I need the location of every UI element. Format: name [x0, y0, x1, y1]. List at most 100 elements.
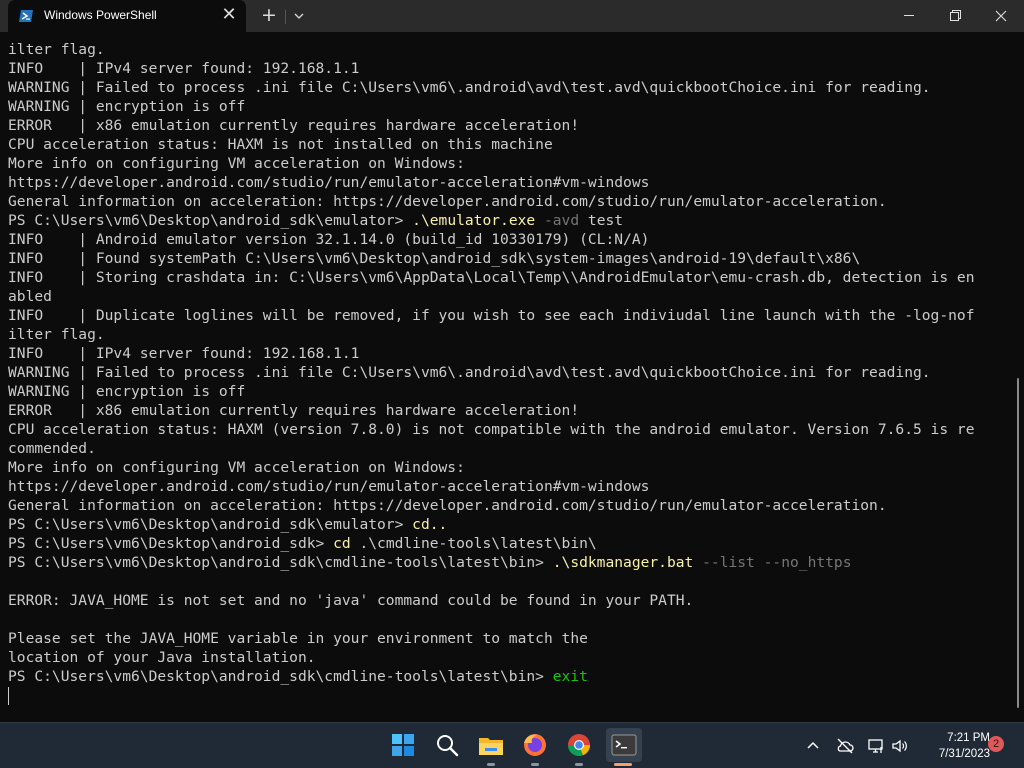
terminal-line: ERROR | x86 emulation currently requires…: [8, 401, 974, 420]
terminal-text-segment: .\emulator.exe: [412, 212, 536, 229]
terminal-line: https://developer.android.com/studio/run…: [8, 477, 974, 496]
start-icon: [392, 734, 414, 756]
start-button[interactable]: [388, 730, 418, 760]
volume-icon: [892, 739, 907, 753]
terminal-text-segment: ilter flag.: [8, 41, 105, 58]
taskbar-clock[interactable]: 7:21 PM 7/31/2023: [916, 730, 990, 762]
terminal-line: PS C:\Users\vm6\Desktop\android_sdk\emul…: [8, 211, 974, 230]
terminal-line: WARNING | encryption is off: [8, 382, 974, 401]
terminal-line: PS C:\Users\vm6\Desktop\android_sdk\emul…: [8, 515, 974, 534]
terminal-text-segment: INFO | Duplicate loglines will be remove…: [8, 307, 975, 324]
file-explorer-icon: [479, 738, 503, 755]
search-icon: [437, 735, 459, 757]
tab-windows-powershell[interactable]: Windows PowerShell ✕: [8, 0, 246, 32]
tab-separator: [285, 10, 286, 24]
terminal-icon: [611, 734, 637, 756]
terminal-line: CPU acceleration status: HAXM is not ins…: [8, 135, 974, 154]
terminal-line: location of your Java installation.: [8, 648, 974, 667]
terminal-taskbar-button[interactable]: [606, 728, 642, 762]
terminal-line: More info on configuring VM acceleration…: [8, 458, 974, 477]
clock-time: 7:21 PM: [947, 732, 990, 744]
terminal-text-segment: WARNING | Failed to process .ini file C:…: [8, 364, 931, 381]
firefox-button[interactable]: [520, 730, 550, 760]
terminal-line: INFO | Found systemPath C:\Users\vm6\Des…: [8, 249, 974, 268]
tab-close-button[interactable]: ✕: [220, 6, 238, 25]
scrollbar-thumb[interactable]: [1017, 378, 1019, 708]
close-button[interactable]: [978, 0, 1024, 32]
terminal-text-segment: Please set the JAVA_HOME variable in you…: [8, 630, 588, 647]
terminal-line: Please set the JAVA_HOME variable in you…: [8, 629, 974, 648]
minimize-icon: [904, 15, 914, 16]
chrome-icon: [568, 734, 591, 757]
terminal-text-segment: CPU acceleration status: HAXM is not ins…: [8, 136, 553, 153]
network-icon: [868, 739, 883, 753]
show-hidden-icons-button[interactable]: [803, 736, 823, 756]
terminal-text-segment: PS C:\Users\vm6\Desktop\android_sdk>: [8, 535, 334, 552]
terminal-line: CPU acceleration status: HAXM (version 7…: [8, 420, 974, 439]
notification-badge[interactable]: 2: [988, 736, 1004, 752]
terminal-line: https://developer.android.com/studio/run…: [8, 173, 974, 192]
terminal-text-segment: ERROR | x86 emulation currently requires…: [8, 402, 580, 419]
terminal-line: ilter flag.: [8, 40, 974, 59]
taskbar: 7:21 PM 7/31/2023: [0, 722, 1024, 768]
terminal-text-segment: ERROR | x86 emulation currently requires…: [8, 117, 580, 134]
firefox-icon: [524, 734, 546, 756]
file-explorer-button[interactable]: [476, 730, 506, 760]
onedrive-button[interactable]: [835, 736, 855, 756]
terminal-text-segment: abled: [8, 288, 52, 305]
new-tab-button[interactable]: +: [258, 5, 280, 27]
terminal-output[interactable]: ilter flag. INFO | IPv4 server found: 192…: [0, 32, 1012, 722]
tab-title: Windows PowerShell: [44, 8, 157, 22]
terminal-text-segment: PS C:\Users\vm6\Desktop\android_sdk\cmdl…: [8, 668, 553, 685]
new-tab-dropdown-button[interactable]: [289, 5, 309, 27]
terminal-text-segment: commended.: [8, 440, 96, 457]
terminal-text-segment: WARNING | Failed to process .ini file C:…: [8, 79, 931, 96]
close-icon: [995, 10, 1007, 22]
terminal-line: commended.: [8, 439, 974, 458]
chevron-up-icon: [807, 741, 819, 749]
terminal-text-segment: test: [579, 212, 624, 229]
terminal-line: INFO | IPv4 server found: 192.168.1.1: [8, 344, 974, 363]
terminal-line: ilter flag.: [8, 325, 974, 344]
terminal-text-segment: PS C:\Users\vm6\Desktop\android_sdk\cmdl…: [8, 554, 553, 571]
restore-icon: [950, 10, 961, 21]
terminal-text-segment: cd..: [412, 516, 448, 533]
terminal-text-segment: PS C:\Users\vm6\Desktop\android_sdk\emul…: [8, 212, 413, 229]
terminal-text-segment: https://developer.android.com/studio/run…: [8, 478, 650, 495]
terminal-line: General information on acceleration: htt…: [8, 192, 974, 211]
terminal-active-indicator: [614, 763, 632, 766]
terminal-text-segment: WARNING | encryption is off: [8, 98, 246, 115]
terminal-text-segment: ilter flag.: [8, 326, 105, 343]
firefox-running-indicator: [531, 763, 539, 766]
terminal-text-segment: cd: [333, 535, 351, 552]
terminal-text-segment: INFO | IPv4 server found: 192.168.1.1: [8, 345, 360, 362]
terminal-text-segment: INFO | IPv4 server found: 192.168.1.1: [8, 60, 360, 77]
scrollbar[interactable]: [1012, 32, 1024, 722]
terminal-lines: ilter flag. INFO | IPv4 server found: 192…: [8, 40, 974, 686]
terminal-line: INFO | Android emulator version 32.1.14.…: [8, 230, 974, 249]
chrome-button[interactable]: [564, 730, 594, 760]
title-bar: Windows PowerShell ✕ +: [0, 0, 1024, 32]
search-button[interactable]: [432, 730, 462, 760]
minimize-button[interactable]: [886, 0, 932, 32]
text-cursor: [8, 687, 9, 705]
terminal-line: INFO | Duplicate loglines will be remove…: [8, 306, 974, 325]
terminal-line: PS C:\Users\vm6\Desktop\android_sdk\cmdl…: [8, 667, 974, 686]
terminal-text-segment: .\cmdline-tools\latest\bin\: [350, 535, 597, 552]
terminal-line: abled: [8, 287, 974, 306]
volume-button[interactable]: [890, 736, 910, 756]
terminal-text-segment: ERROR: JAVA_HOME is not set and no 'java…: [8, 592, 694, 609]
terminal-text-segment: location of your Java installation.: [8, 649, 316, 666]
terminal-line: PS C:\Users\vm6\Desktop\android_sdk> cd …: [8, 534, 974, 553]
network-button[interactable]: [866, 736, 886, 756]
terminal-text-segment: -avd: [535, 212, 580, 229]
terminal-text-segment: CPU acceleration status: HAXM (version 7…: [8, 421, 975, 438]
terminal-text-segment: https://developer.android.com/studio/run…: [8, 174, 650, 191]
chrome-running-indicator: [575, 763, 583, 766]
maximize-button[interactable]: [932, 0, 978, 32]
terminal-line: WARNING | encryption is off: [8, 97, 974, 116]
terminal-line: INFO | Storing crashdata in: C:\Users\vm…: [8, 268, 974, 287]
terminal-text-segment: WARNING | encryption is off: [8, 383, 246, 400]
